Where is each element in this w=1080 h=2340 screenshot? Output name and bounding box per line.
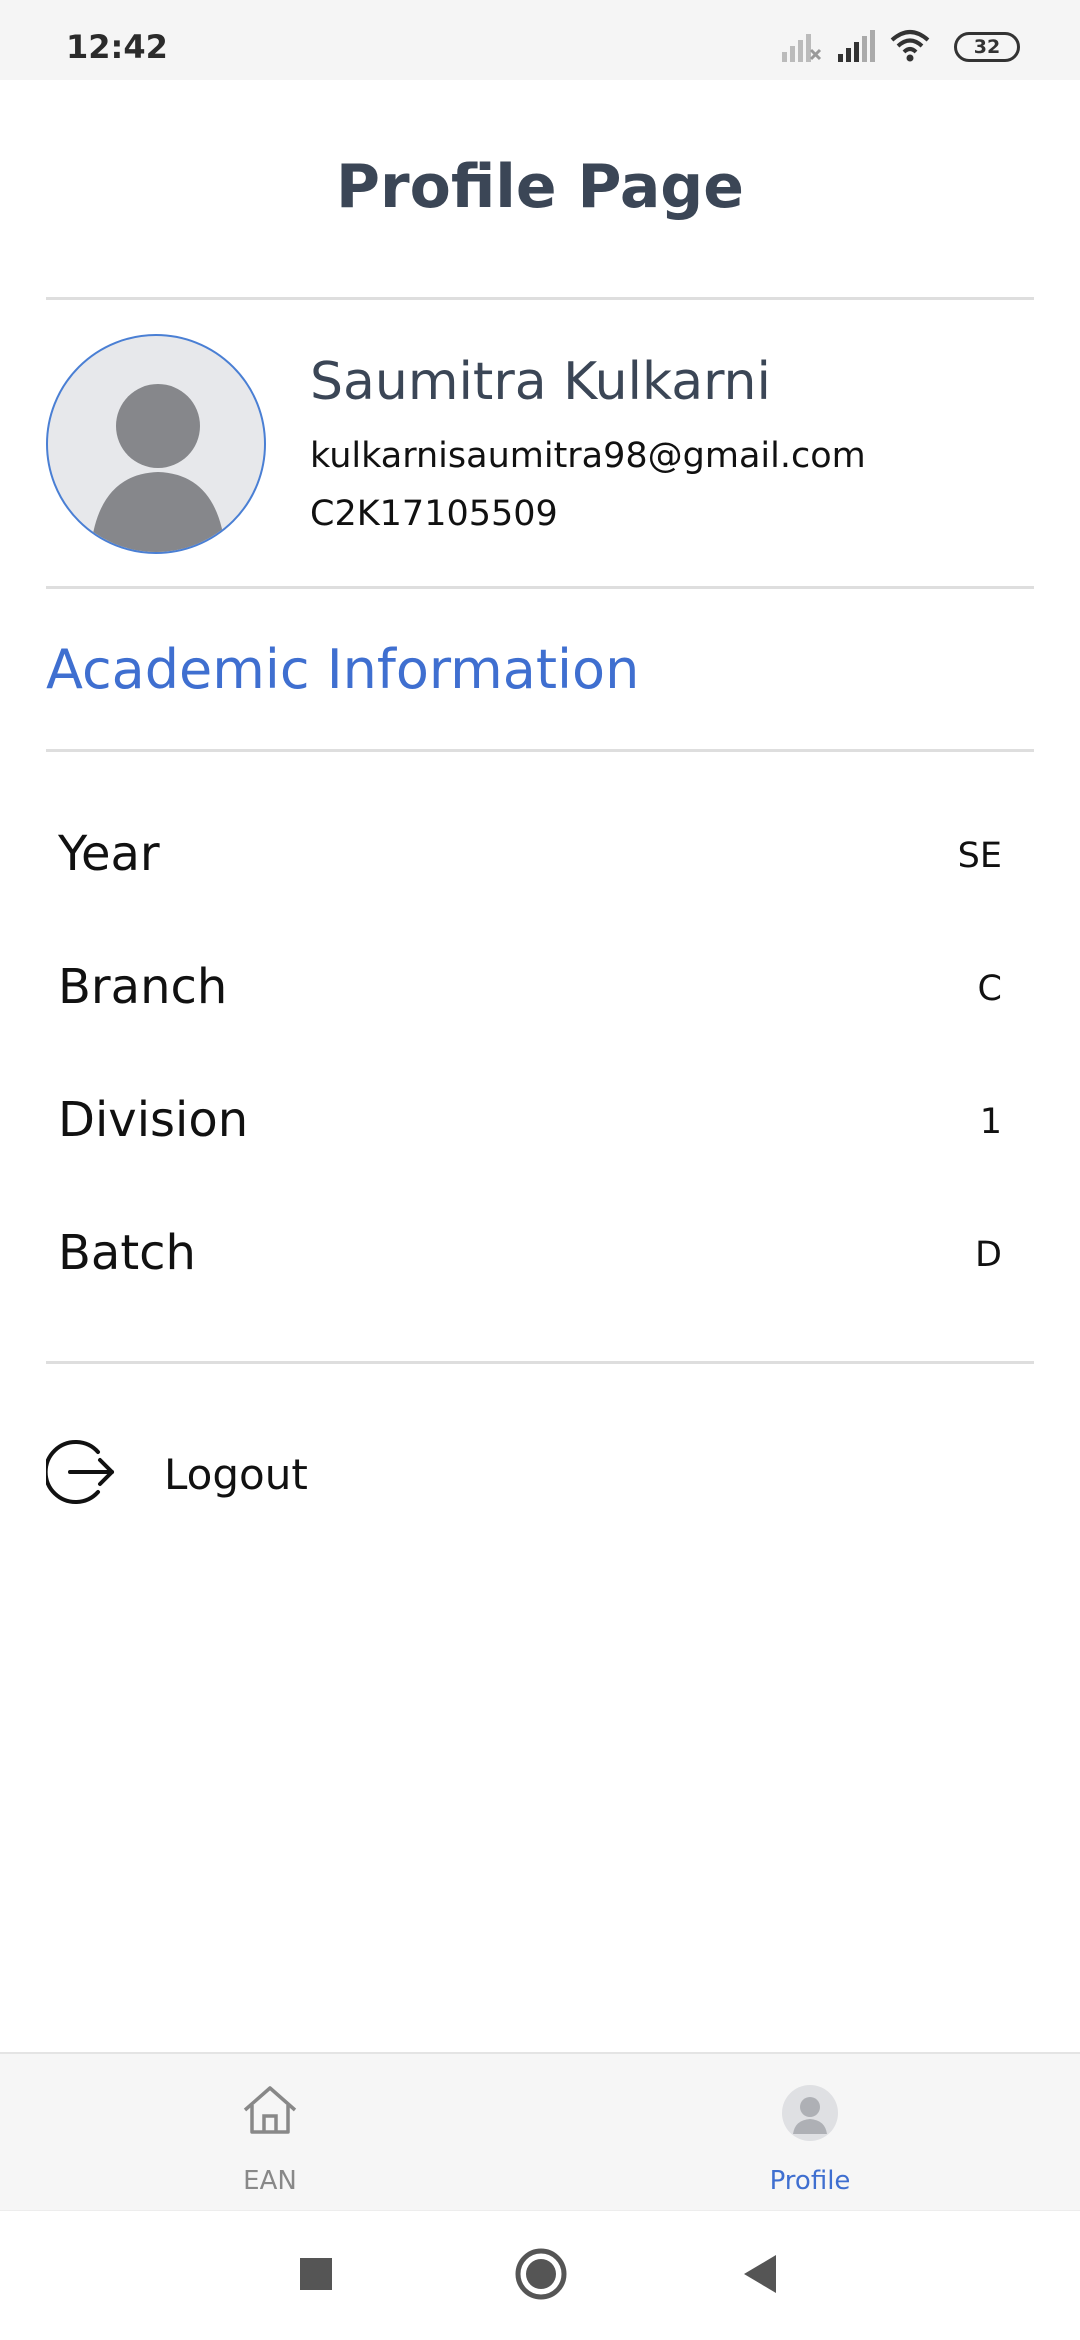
divider (46, 297, 1034, 300)
nav-label-profile: Profile (769, 2166, 851, 2196)
info-value: SE (957, 836, 1002, 876)
divider (46, 749, 1034, 752)
avatar (46, 334, 266, 554)
recents-icon[interactable] (298, 2247, 334, 2308)
status-bar: 12:42 32 (0, 0, 1080, 80)
info-label: Batch (58, 1225, 196, 1281)
info-label: Branch (58, 959, 228, 1015)
user-name: Saumitra Kulkarni (310, 352, 771, 412)
page-title: Profile Page (336, 152, 744, 222)
info-row-batch: Batch D (58, 1225, 1002, 1295)
info-label: Division (58, 1092, 249, 1148)
info-row-division: Division 1 (58, 1092, 1002, 1162)
system-nav-bar (0, 2210, 1080, 2340)
divider (46, 1361, 1034, 1364)
info-row-branch: Branch C (58, 959, 1002, 1029)
nav-label-ean: EAN (243, 2166, 297, 2196)
profile-icon (781, 2084, 839, 2147)
divider (46, 586, 1034, 589)
bottom-nav: EAN Profile (0, 2052, 1080, 2210)
signal-muted-icon (780, 28, 822, 69)
user-email: kulkarnisaumitra98@gmail.com (310, 436, 866, 476)
battery-icon: 32 (954, 32, 1020, 62)
status-icons: 32 (780, 28, 1020, 68)
logout-label: Logout (164, 1450, 308, 1499)
section-title-academic: Academic Information (46, 638, 640, 701)
wifi-icon (890, 28, 930, 69)
avatar-placeholder-icon (90, 384, 226, 552)
info-value: D (975, 1235, 1002, 1275)
signal-icon (836, 28, 878, 69)
nav-tab-profile[interactable]: Profile (540, 2054, 1080, 2212)
profile-screen: 12:42 32 Profile Page Saumitra Kulkarni … (0, 0, 1080, 2340)
home-circle-icon[interactable] (514, 2247, 568, 2308)
info-label: Year (58, 826, 160, 882)
back-icon[interactable] (740, 2247, 780, 2308)
logout-icon (43, 1436, 118, 1513)
home-icon (241, 2084, 299, 2141)
nav-tab-ean[interactable]: EAN (0, 2054, 540, 2212)
info-value: 1 (979, 1102, 1002, 1142)
info-value: C (977, 969, 1002, 1009)
user-id: C2K17105509 (310, 494, 558, 534)
status-time: 12:42 (66, 28, 168, 66)
info-row-year: Year SE (58, 826, 1002, 896)
logout-button[interactable]: Logout (43, 1436, 546, 1516)
